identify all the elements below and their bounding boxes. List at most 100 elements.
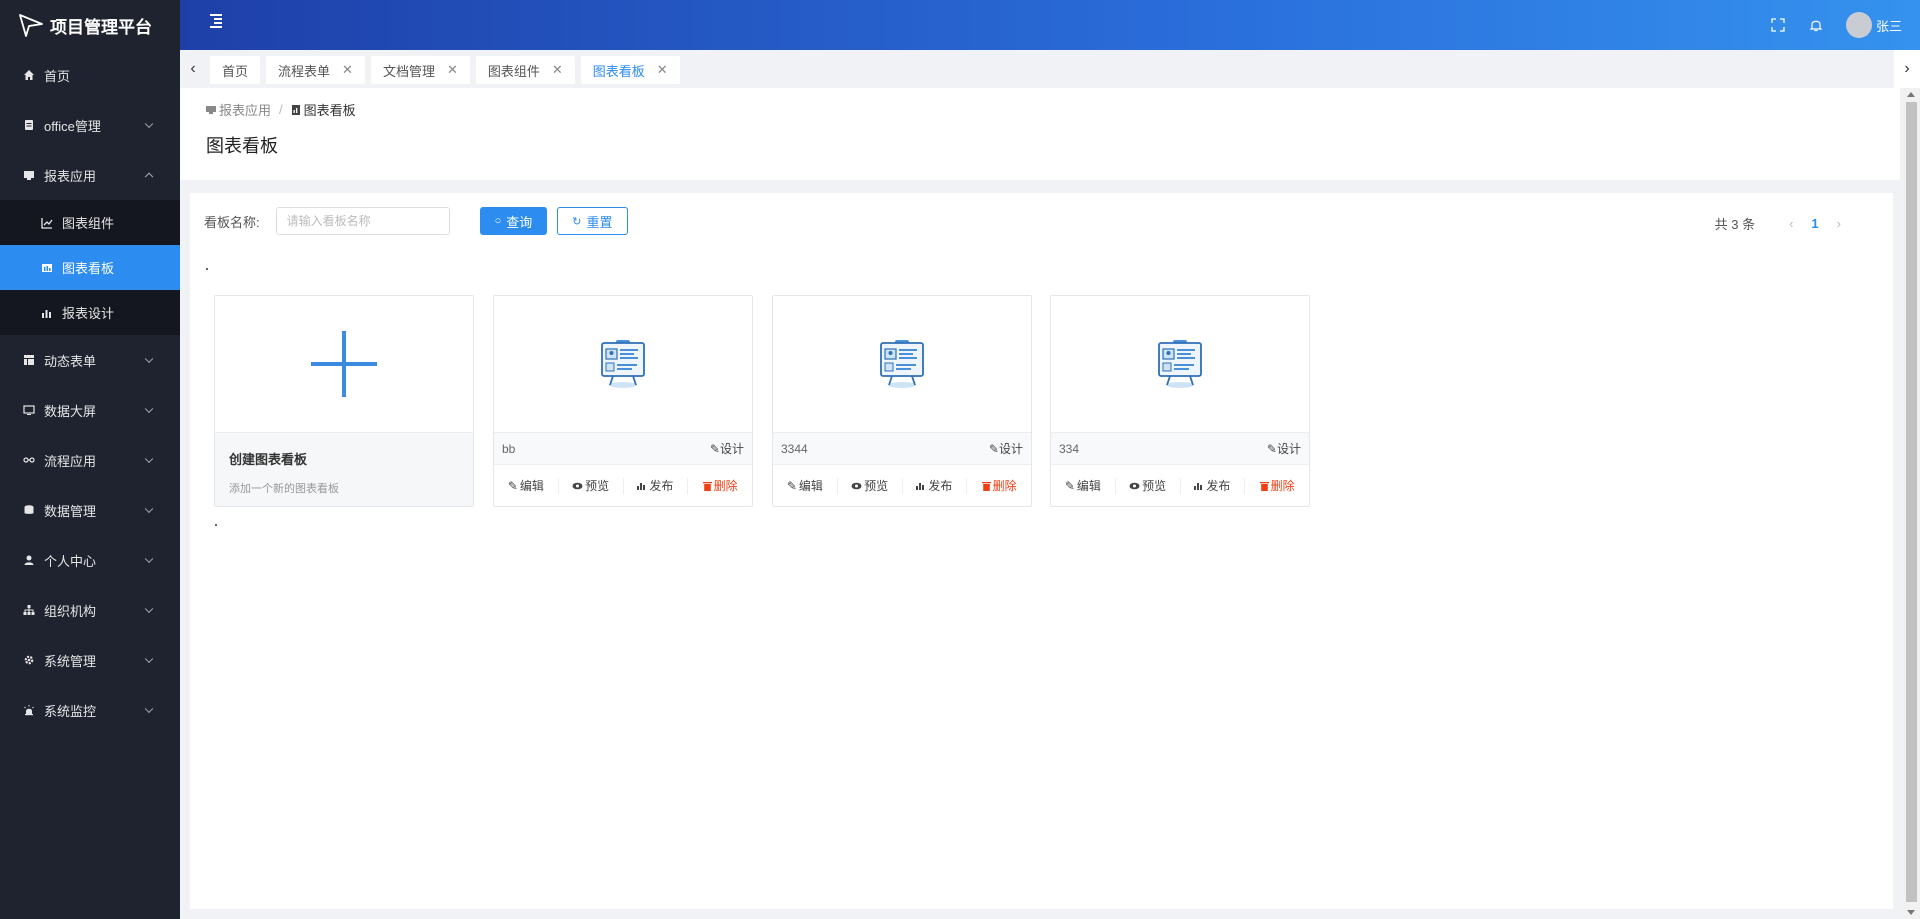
pencil-icon: ✎ <box>507 478 518 493</box>
scroll-up-icon[interactable] <box>1907 92 1915 97</box>
breadcrumb-parent[interactable]: 报表应用 <box>219 100 271 119</box>
search-button[interactable]: ○ 查询 <box>479 207 548 235</box>
sidebar-item-report-design[interactable]: 报表设计 <box>0 290 180 335</box>
bar-chart-icon <box>916 481 926 490</box>
page-scrollbar[interactable] <box>1903 88 1920 919</box>
avatar[interactable] <box>1845 12 1872 38</box>
reset-button[interactable]: ↻ 重置 <box>557 207 628 235</box>
bar-chart-icon <box>40 306 54 320</box>
tab-chart-components[interactable]: 图表组件 ✕ <box>475 56 575 84</box>
board-name-row: bb ✎ 设计 <box>494 432 752 464</box>
tabs-scroll-left-icon[interactable]: ‹ <box>180 50 206 88</box>
bell-icon[interactable] <box>1808 17 1824 33</box>
sidebar-item-monitor[interactable]: 系统监控 <box>0 685 180 735</box>
preview-button[interactable]: 预览 <box>838 477 903 494</box>
design-link[interactable]: ✎ 设计 <box>1267 440 1301 457</box>
pagination-total: 共 3 条 <box>1714 217 1756 232</box>
board-thumbnail[interactable] <box>1051 296 1309 432</box>
create-thumb <box>215 296 473 432</box>
publish-button[interactable]: 发布 <box>624 477 689 494</box>
tabs-scroll-right-icon[interactable]: › <box>1894 50 1920 88</box>
sidebar-item-office[interactable]: office管理 <box>0 100 180 150</box>
main-content: 看板名称: ○ 查询 ↻ 重置 共 3 条 ‹ 1 › 创建图表看板 添加一个新… <box>190 193 1893 909</box>
edit-button[interactable]: ✎ 编辑 <box>773 477 838 494</box>
preview-button[interactable]: 预览 <box>1116 477 1181 494</box>
preview-button[interactable]: 预览 <box>559 477 624 494</box>
board-thumbnail[interactable] <box>773 296 1031 432</box>
database-icon <box>22 503 36 517</box>
monitor-icon <box>22 403 36 417</box>
breadcrumb: 报表应用 / 图表看板 <box>206 100 356 119</box>
board-name-input[interactable] <box>275 207 450 235</box>
sidebar-item-org[interactable]: 组织机构 <box>0 585 180 635</box>
edit-button[interactable]: ✎ 编辑 <box>1051 477 1116 494</box>
board-card: 3344 ✎ 设计 ✎ 编辑 预览 发布 删除 <box>772 295 1032 507</box>
pencil-icon: ✎ <box>709 441 720 456</box>
chevron-down-icon <box>144 454 154 464</box>
sidebar-item-data-manage[interactable]: 数据管理 <box>0 485 180 535</box>
bar-chart-icon <box>637 481 647 490</box>
pencil-icon: ✎ <box>1064 478 1075 493</box>
chevron-up-icon <box>144 172 154 182</box>
sidebar-item-chart-components[interactable]: 图表组件 <box>0 200 180 245</box>
whiteboard-icon <box>1158 340 1202 388</box>
trash-icon <box>1259 481 1269 491</box>
close-icon[interactable]: ✕ <box>342 62 353 78</box>
alarm-icon <box>22 703 36 717</box>
user-name[interactable]: 张三 <box>1876 16 1902 35</box>
tabs-bar: ‹ 首页 流程表单 ✕ 文档管理 ✕ 图表组件 ✕ 图表看板 ✕ › <box>180 50 1920 88</box>
sidebar-item-personal[interactable]: 个人中心 <box>0 535 180 585</box>
next-page-icon[interactable]: › <box>1837 216 1841 231</box>
prev-page-icon[interactable]: ‹ <box>1789 216 1793 231</box>
chevron-down-icon <box>144 354 154 364</box>
tabs-list: 首页 流程表单 ✕ 文档管理 ✕ 图表组件 ✕ 图表看板 ✕ <box>210 56 686 84</box>
app-logo[interactable]: 项目管理平台 <box>0 0 180 50</box>
tab-flow-form[interactable]: 流程表单 ✕ <box>266 56 365 84</box>
sidebar-item-report[interactable]: 报表应用 <box>0 150 180 200</box>
submenu-report: 图表组件 图表看板 报表设计 <box>0 200 180 335</box>
menu-toggle-icon[interactable] <box>208 14 224 28</box>
board-name-label: 看板名称: <box>204 214 260 230</box>
eye-icon <box>851 482 862 490</box>
sidebar-item-home[interactable]: 首页 <box>0 50 180 100</box>
page-number[interactable]: 1 <box>1811 216 1818 231</box>
app-title: 项目管理平台 <box>50 17 152 37</box>
table-icon <box>22 353 36 367</box>
close-icon[interactable]: ✕ <box>657 62 668 78</box>
report-icon <box>206 105 216 114</box>
document-icon <box>22 118 36 132</box>
close-icon[interactable]: ✕ <box>552 62 563 78</box>
tab-chart-dashboard[interactable]: 图表看板 ✕ <box>580 56 680 84</box>
delete-button[interactable]: 删除 <box>967 478 1031 494</box>
scrollbar-thumb[interactable] <box>1906 102 1917 902</box>
board-name: 334 <box>1059 441 1080 456</box>
tab-home[interactable]: 首页 <box>210 56 261 84</box>
publish-button[interactable]: 发布 <box>903 477 968 494</box>
board-name-row: 3344 ✎ 设计 <box>773 432 1031 464</box>
delete-button[interactable]: 删除 <box>1245 478 1309 494</box>
home-icon <box>22 68 36 82</box>
sidebar-item-system[interactable]: 系统管理 <box>0 635 180 685</box>
scroll-down-icon[interactable] <box>1907 910 1915 915</box>
publish-button[interactable]: 发布 <box>1181 477 1246 494</box>
org-icon <box>22 603 36 617</box>
sidebar-item-dynamic-form[interactable]: 动态表单 <box>0 335 180 385</box>
board-thumbnail[interactable] <box>494 296 752 432</box>
delete-button[interactable]: 删除 <box>688 478 752 494</box>
board-actions: ✎ 编辑 预览 发布 删除 <box>773 464 1031 506</box>
eye-icon <box>572 482 583 490</box>
close-icon[interactable]: ✕ <box>447 62 458 78</box>
tab-doc-manage[interactable]: 文档管理 ✕ <box>370 56 470 84</box>
design-link[interactable]: ✎ 设计 <box>710 440 744 457</box>
fullscreen-icon[interactable] <box>1770 17 1786 33</box>
sidebar-item-flow[interactable]: 流程应用 <box>0 435 180 485</box>
sidebar-item-chart-dashboard[interactable]: 图表看板 <box>0 245 180 290</box>
edit-button[interactable]: ✎ 编辑 <box>494 477 559 494</box>
page-header: 报表应用 / 图表看板 图表看板 <box>180 88 1900 180</box>
sidebar-item-big-screen[interactable]: 数据大屏 <box>0 385 180 435</box>
sidebar: 项目管理平台 首页 office管理 报表应用 图表组件 图表看板 报表设计 动… <box>0 0 180 919</box>
pagination: 共 3 条 ‹ 1 › <box>1715 214 1853 233</box>
design-link[interactable]: ✎ 设计 <box>989 440 1023 457</box>
create-board-card[interactable]: 创建图表看板 添加一个新的图表看板 <box>214 295 474 507</box>
board-name-row: 334 ✎ 设计 <box>1051 432 1309 464</box>
